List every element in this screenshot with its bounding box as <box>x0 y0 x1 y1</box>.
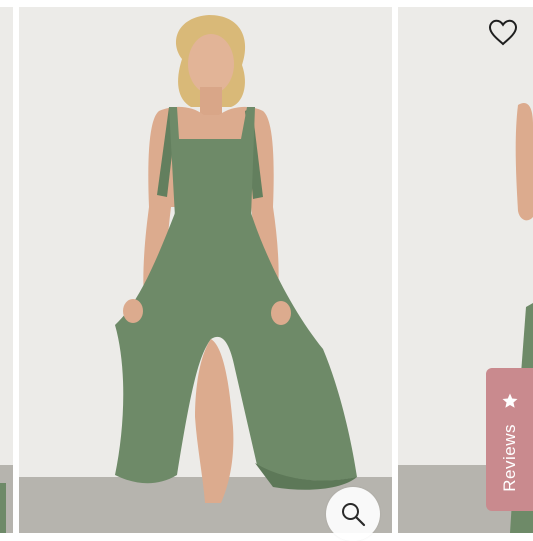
product-image-carousel[interactable] <box>0 0 533 533</box>
reviews-label: Reviews <box>499 424 519 492</box>
main-product-image[interactable] <box>19 7 392 533</box>
previous-image-graphic <box>0 7 13 533</box>
magnifier-icon <box>342 503 366 527</box>
previous-product-image[interactable] <box>0 7 13 533</box>
heart-icon <box>488 19 518 45</box>
star-icon <box>502 393 517 408</box>
reviews-tab[interactable]: Reviews <box>486 368 533 511</box>
wishlist-button[interactable] <box>486 16 520 48</box>
model-in-green-dress-photo <box>19 7 392 533</box>
